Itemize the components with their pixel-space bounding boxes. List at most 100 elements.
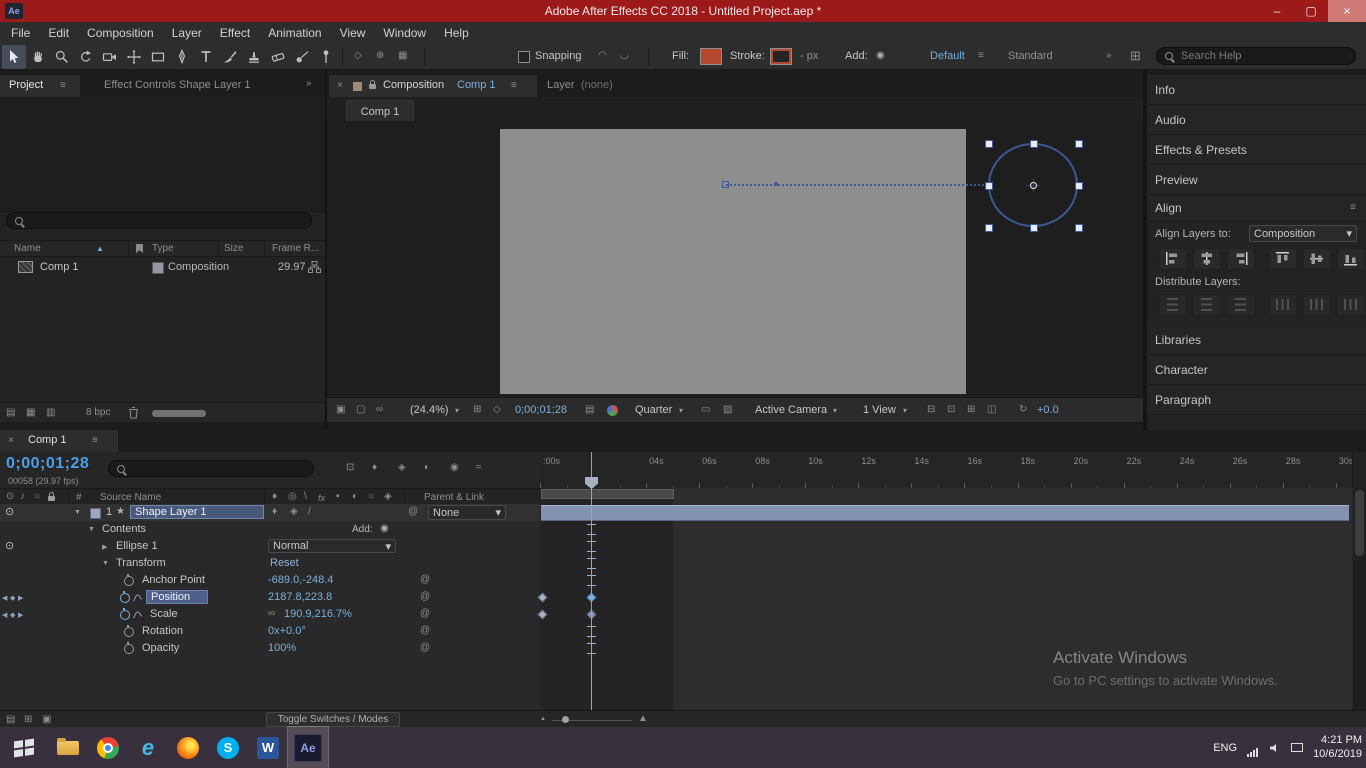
property-row-position[interactable]: ◀ ◆ ▶ Position 2187.8,223.8 @ (0, 589, 540, 606)
align-top-button[interactable] (1269, 248, 1297, 270)
brush-tool[interactable] (218, 45, 242, 69)
column-source-name[interactable]: Source Name (100, 492, 161, 503)
align-bottom-button[interactable] (1337, 248, 1365, 270)
fast-preview-icon[interactable]: ⊡ (947, 405, 955, 415)
stopwatch-icon[interactable] (124, 576, 134, 586)
timeline-tab-comp1[interactable]: × Comp 1 ≡ (0, 430, 118, 452)
expand-switches-icon[interactable]: ⊞ (24, 715, 32, 725)
scrollbar-thumb[interactable] (1355, 490, 1364, 556)
add-shape-icon[interactable]: ◉ (380, 524, 389, 534)
quality-switch[interactable]: ♦ (272, 507, 277, 517)
mini-map-icon[interactable]: ◫ (987, 405, 996, 415)
timeline-search-input[interactable] (108, 460, 314, 477)
property-name[interactable]: Ellipse 1 (116, 540, 158, 552)
project-search-input[interactable] (6, 212, 312, 229)
graph-icon[interactable] (132, 592, 143, 603)
quality-slash-switch[interactable]: / (308, 507, 311, 517)
local-axis-icon[interactable]: ◇ (354, 51, 362, 61)
property-row-ellipse[interactable]: ⊙ ▶ Ellipse 1 Normal ▾ (0, 538, 540, 555)
time-ruler[interactable]: :00s04s06s08s10s12s14s16s18s20s22s24s26s… (540, 452, 1352, 489)
prev-keyframe-icon[interactable]: ◀ (2, 611, 7, 619)
selection-handle[interactable] (1030, 140, 1038, 148)
pick-whip-icon[interactable]: @ (420, 592, 430, 602)
camera-tool[interactable] (98, 45, 122, 69)
expand-icon[interactable]: ▼ (74, 509, 81, 516)
delete-icon[interactable] (128, 406, 139, 419)
expand-icon[interactable]: ▼ (88, 526, 95, 533)
snap-features-icon[interactable]: ◡ (620, 51, 629, 61)
comp-viewport[interactable] (327, 121, 1145, 397)
zoom-slider[interactable] (562, 716, 569, 723)
clone-stamp-tool[interactable] (242, 45, 266, 69)
menu-item-effect[interactable]: Effect (211, 22, 259, 44)
position-value[interactable]: 2187.8,223.8 (268, 591, 332, 603)
align-v-center-button[interactable] (1303, 248, 1331, 270)
selection-handle[interactable] (1030, 224, 1038, 232)
item-label-swatch[interactable] (152, 262, 164, 274)
label-column-icon[interactable] (136, 244, 143, 253)
exposure-value[interactable]: +0.0 (1037, 404, 1059, 416)
timeline-v-scrollbar[interactable] (1353, 488, 1366, 710)
selection-tool[interactable] (2, 45, 26, 69)
new-folder-icon[interactable]: ▦ (26, 408, 35, 418)
menu-item-window[interactable]: Window (374, 22, 435, 44)
add-icon[interactable]: ◉ (876, 51, 885, 61)
clock[interactable]: 4:21 PM 10/6/2019 (1313, 734, 1362, 762)
menu-item-layer[interactable]: Layer (163, 22, 211, 44)
taskbar-chrome[interactable] (88, 727, 128, 768)
keyframe-toggle-icon[interactable]: ◆ (10, 594, 15, 602)
shy-layers-icon[interactable]: ◈ (398, 463, 406, 473)
align-h-center-button[interactable] (1193, 248, 1221, 270)
link-dimensions-icon[interactable]: ∞ (268, 609, 275, 619)
roi-icon[interactable]: ▭ (701, 405, 710, 415)
snapping-checkbox[interactable] (518, 51, 530, 63)
property-row-rotation[interactable]: Rotation 0x+0.0° @ (0, 623, 540, 640)
next-keyframe-icon[interactable]: ▶ (18, 611, 23, 619)
pick-whip-icon[interactable]: @ (420, 609, 430, 619)
comp-flowchart-icon[interactable]: ⊞ (967, 405, 975, 415)
workspace-overflow-icon[interactable]: » (1106, 51, 1112, 61)
language-indicator[interactable]: ENG (1213, 742, 1237, 754)
tab-effect-controls[interactable]: Effect Controls Shape Layer 1 (104, 79, 251, 91)
motion-path-start-keyframe[interactable] (722, 181, 729, 188)
selection-handle[interactable] (985, 182, 993, 190)
anchor-point-value[interactable]: -689.0,-248.4 (268, 574, 333, 586)
pan-behind-tool[interactable] (122, 45, 146, 69)
frame-blend-icon[interactable]: ◐ (424, 463, 430, 473)
column-type[interactable]: Type (152, 243, 174, 254)
snap-edges-icon[interactable]: ◠ (598, 51, 607, 61)
section-effects-presets[interactable]: Effects & Presets (1145, 135, 1366, 165)
selected-property-box[interactable]: Position (146, 590, 208, 604)
scale-value[interactable]: 190.9,216.7% (284, 608, 352, 620)
selection-handle[interactable] (985, 224, 993, 232)
panel-menu-icon[interactable]: ≡ (60, 81, 66, 91)
taskbar-after-effects[interactable]: Ae (288, 727, 328, 768)
panel-menu-icon[interactable]: ≡ (511, 81, 517, 91)
work-area-bar[interactable] (541, 489, 674, 499)
interpret-footage-icon[interactable]: ▤ (6, 408, 15, 418)
reset-link[interactable]: Reset (270, 557, 299, 569)
graph-icon[interactable] (132, 609, 143, 620)
taskbar-firefox[interactable] (168, 727, 208, 768)
next-keyframe-icon[interactable]: ▶ (18, 594, 23, 602)
view-layout-dropdown[interactable]: 1 View (863, 404, 896, 416)
selection-handle[interactable] (985, 140, 993, 148)
resolution-dropdown[interactable]: Quarter (635, 404, 672, 416)
close-tab-icon[interactable]: × (337, 81, 343, 91)
workspace-menu-icon[interactable]: ≡ (978, 51, 984, 61)
film-icon[interactable]: ▣ (336, 405, 345, 415)
column-size[interactable]: Size (224, 243, 243, 254)
mask-visibility-icon[interactable]: ◇ (493, 405, 501, 415)
pick-whip-icon[interactable]: @ (420, 626, 430, 636)
prev-keyframe-icon[interactable]: ◀ (2, 594, 7, 602)
fx-switch[interactable]: ◈ (290, 507, 298, 517)
grid-guides-icon[interactable]: ⊞ (473, 405, 481, 415)
layer-row[interactable]: ⊙ ▼ 1 ★ Shape Layer 1 ♦ ◈ / @ None ▾ (0, 504, 540, 521)
action-center-flag-icon[interactable] (1291, 743, 1303, 752)
project-item-name[interactable]: Comp 1 (40, 261, 79, 273)
align-left-button[interactable] (1159, 248, 1187, 270)
channels-icon[interactable] (607, 405, 618, 416)
property-name[interactable]: Contents (102, 523, 146, 535)
pick-whip-icon[interactable]: @ (408, 507, 418, 517)
taskbar-file-explorer[interactable] (48, 727, 88, 768)
